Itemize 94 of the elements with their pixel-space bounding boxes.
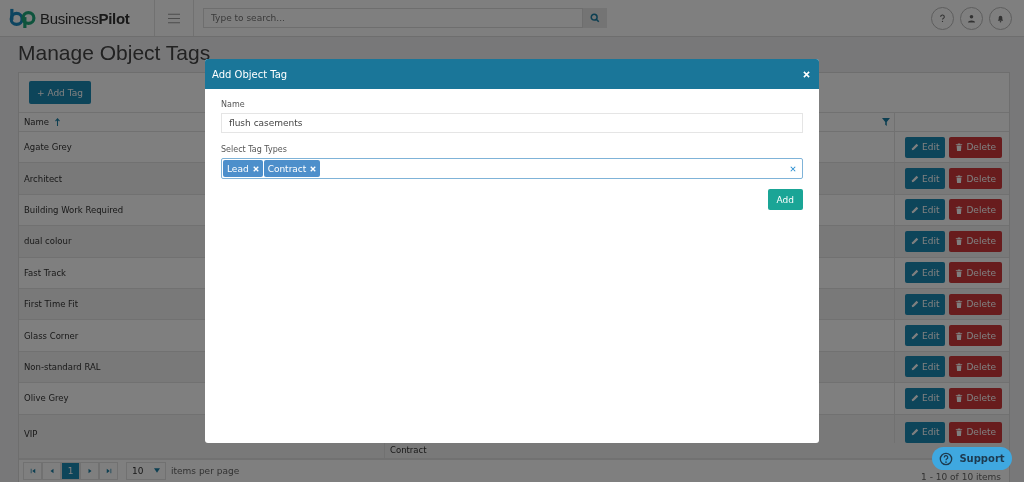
pencil-icon xyxy=(911,362,919,371)
search-icon xyxy=(590,13,600,23)
table-cell: VIP xyxy=(24,428,38,439)
table-cell: First Time Fit xyxy=(24,299,79,310)
delete-button[interactable]: Delete xyxy=(949,199,1002,221)
delete-button[interactable]: Delete xyxy=(949,356,1002,378)
previous-page-icon xyxy=(48,467,55,474)
delete-button[interactable]: Delete xyxy=(949,325,1002,347)
delete-button[interactable]: Delete xyxy=(949,168,1002,190)
edit-button[interactable]: Edit xyxy=(905,262,946,284)
logo-text: BusinessPilot xyxy=(40,9,130,27)
trash-icon xyxy=(955,428,964,436)
table-cell: Fast Track xyxy=(24,267,67,278)
pencil-icon xyxy=(911,300,919,309)
remove-icon xyxy=(252,165,259,172)
first-page-button[interactable] xyxy=(23,461,42,480)
trash-icon xyxy=(955,268,964,277)
table-cell: Olive Grey xyxy=(24,393,69,404)
delete-button[interactable]: Delete xyxy=(949,262,1002,284)
tag-chip[interactable]: Lead xyxy=(223,160,263,177)
pencil-icon xyxy=(911,174,919,183)
table-cell: dual colour xyxy=(24,236,72,247)
tag-chip[interactable]: Contract xyxy=(263,160,321,177)
help-button[interactable] xyxy=(931,6,954,30)
table-cell: Glass Corner xyxy=(24,330,79,341)
next-page-icon xyxy=(86,467,93,474)
user-icon xyxy=(967,13,976,23)
edit-button[interactable]: Edit xyxy=(905,136,946,158)
filter-icon[interactable] xyxy=(882,118,890,126)
clear-icon[interactable] xyxy=(790,165,796,172)
first-page-icon xyxy=(29,467,36,474)
page-size-dropdown[interactable]: 10 xyxy=(126,461,166,480)
pencil-icon xyxy=(911,428,919,436)
edit-button[interactable]: Edit xyxy=(905,293,946,315)
delete-button[interactable]: Delete xyxy=(949,293,1002,315)
edit-button[interactable]: Edit xyxy=(905,199,946,221)
table-cell: Contract xyxy=(390,444,427,455)
table-cell: Agate Grey xyxy=(24,142,72,153)
edit-button[interactable]: Edit xyxy=(905,421,946,443)
remove-icon xyxy=(310,165,317,172)
field-label: Name xyxy=(221,100,246,109)
edit-button[interactable]: Edit xyxy=(905,168,946,190)
trash-icon xyxy=(955,394,964,403)
page-title: Manage Object Tags xyxy=(18,41,212,66)
search-button[interactable] xyxy=(583,8,607,28)
tag-types-field[interactable]: Lead Contract xyxy=(221,158,803,179)
search-field[interactable]: Type to search... xyxy=(203,8,583,28)
edit-button[interactable]: Edit xyxy=(905,356,946,378)
trash-icon xyxy=(955,362,964,371)
delete-button[interactable]: Delete xyxy=(949,230,1002,252)
edit-button[interactable]: Edit xyxy=(905,387,946,409)
menu-icon[interactable] xyxy=(168,12,180,24)
last-page-icon xyxy=(105,467,112,474)
trash-icon xyxy=(955,174,964,183)
trash-icon xyxy=(955,237,964,246)
pencil-icon xyxy=(911,331,919,340)
add-tag-button[interactable]: + Add Tag xyxy=(29,81,91,104)
delete-button[interactable]: Delete xyxy=(949,387,1002,409)
pencil-icon xyxy=(911,394,919,403)
add-button[interactable]: Add xyxy=(767,189,803,210)
last-page-button[interactable] xyxy=(99,461,118,480)
table-cell: Building Work Required xyxy=(24,204,124,215)
support-button[interactable]: Support xyxy=(932,447,1012,470)
help-icon xyxy=(938,13,947,23)
pencil-icon xyxy=(911,237,919,246)
page-button[interactable]: 1 xyxy=(61,461,80,480)
trash-icon xyxy=(955,143,964,152)
table-cell: Architect xyxy=(24,173,63,184)
column-header[interactable]: Name xyxy=(24,117,50,127)
previous-page-button[interactable] xyxy=(42,461,61,480)
delete-button[interactable]: Delete xyxy=(949,421,1002,443)
trash-icon xyxy=(955,205,964,214)
table-cell: Non-standard RAL xyxy=(24,361,101,372)
notifications-button[interactable] xyxy=(989,6,1012,30)
pencil-icon xyxy=(911,205,919,214)
logo-icon xyxy=(9,8,37,28)
edit-button[interactable]: Edit xyxy=(905,230,946,252)
name-field[interactable]: flush casements xyxy=(221,113,803,133)
delete-button[interactable]: Delete xyxy=(949,136,1002,158)
user-button[interactable] xyxy=(960,6,983,30)
pencil-icon xyxy=(911,268,919,277)
caret-icon xyxy=(154,468,160,473)
pencil-icon xyxy=(911,143,919,152)
page-size-label: items per page xyxy=(171,465,240,476)
trash-icon xyxy=(955,300,964,309)
field-label: Select Tag Types xyxy=(221,145,288,154)
bell-icon xyxy=(996,13,1005,23)
edit-button[interactable]: Edit xyxy=(905,325,946,347)
pager-summary: 1 - 10 of 10 items xyxy=(921,472,1001,482)
modal-title: Add Object Tag xyxy=(212,68,288,80)
trash-icon xyxy=(955,331,964,340)
close-icon[interactable] xyxy=(803,70,810,78)
next-page-button[interactable] xyxy=(80,461,99,480)
help-icon xyxy=(939,451,954,466)
